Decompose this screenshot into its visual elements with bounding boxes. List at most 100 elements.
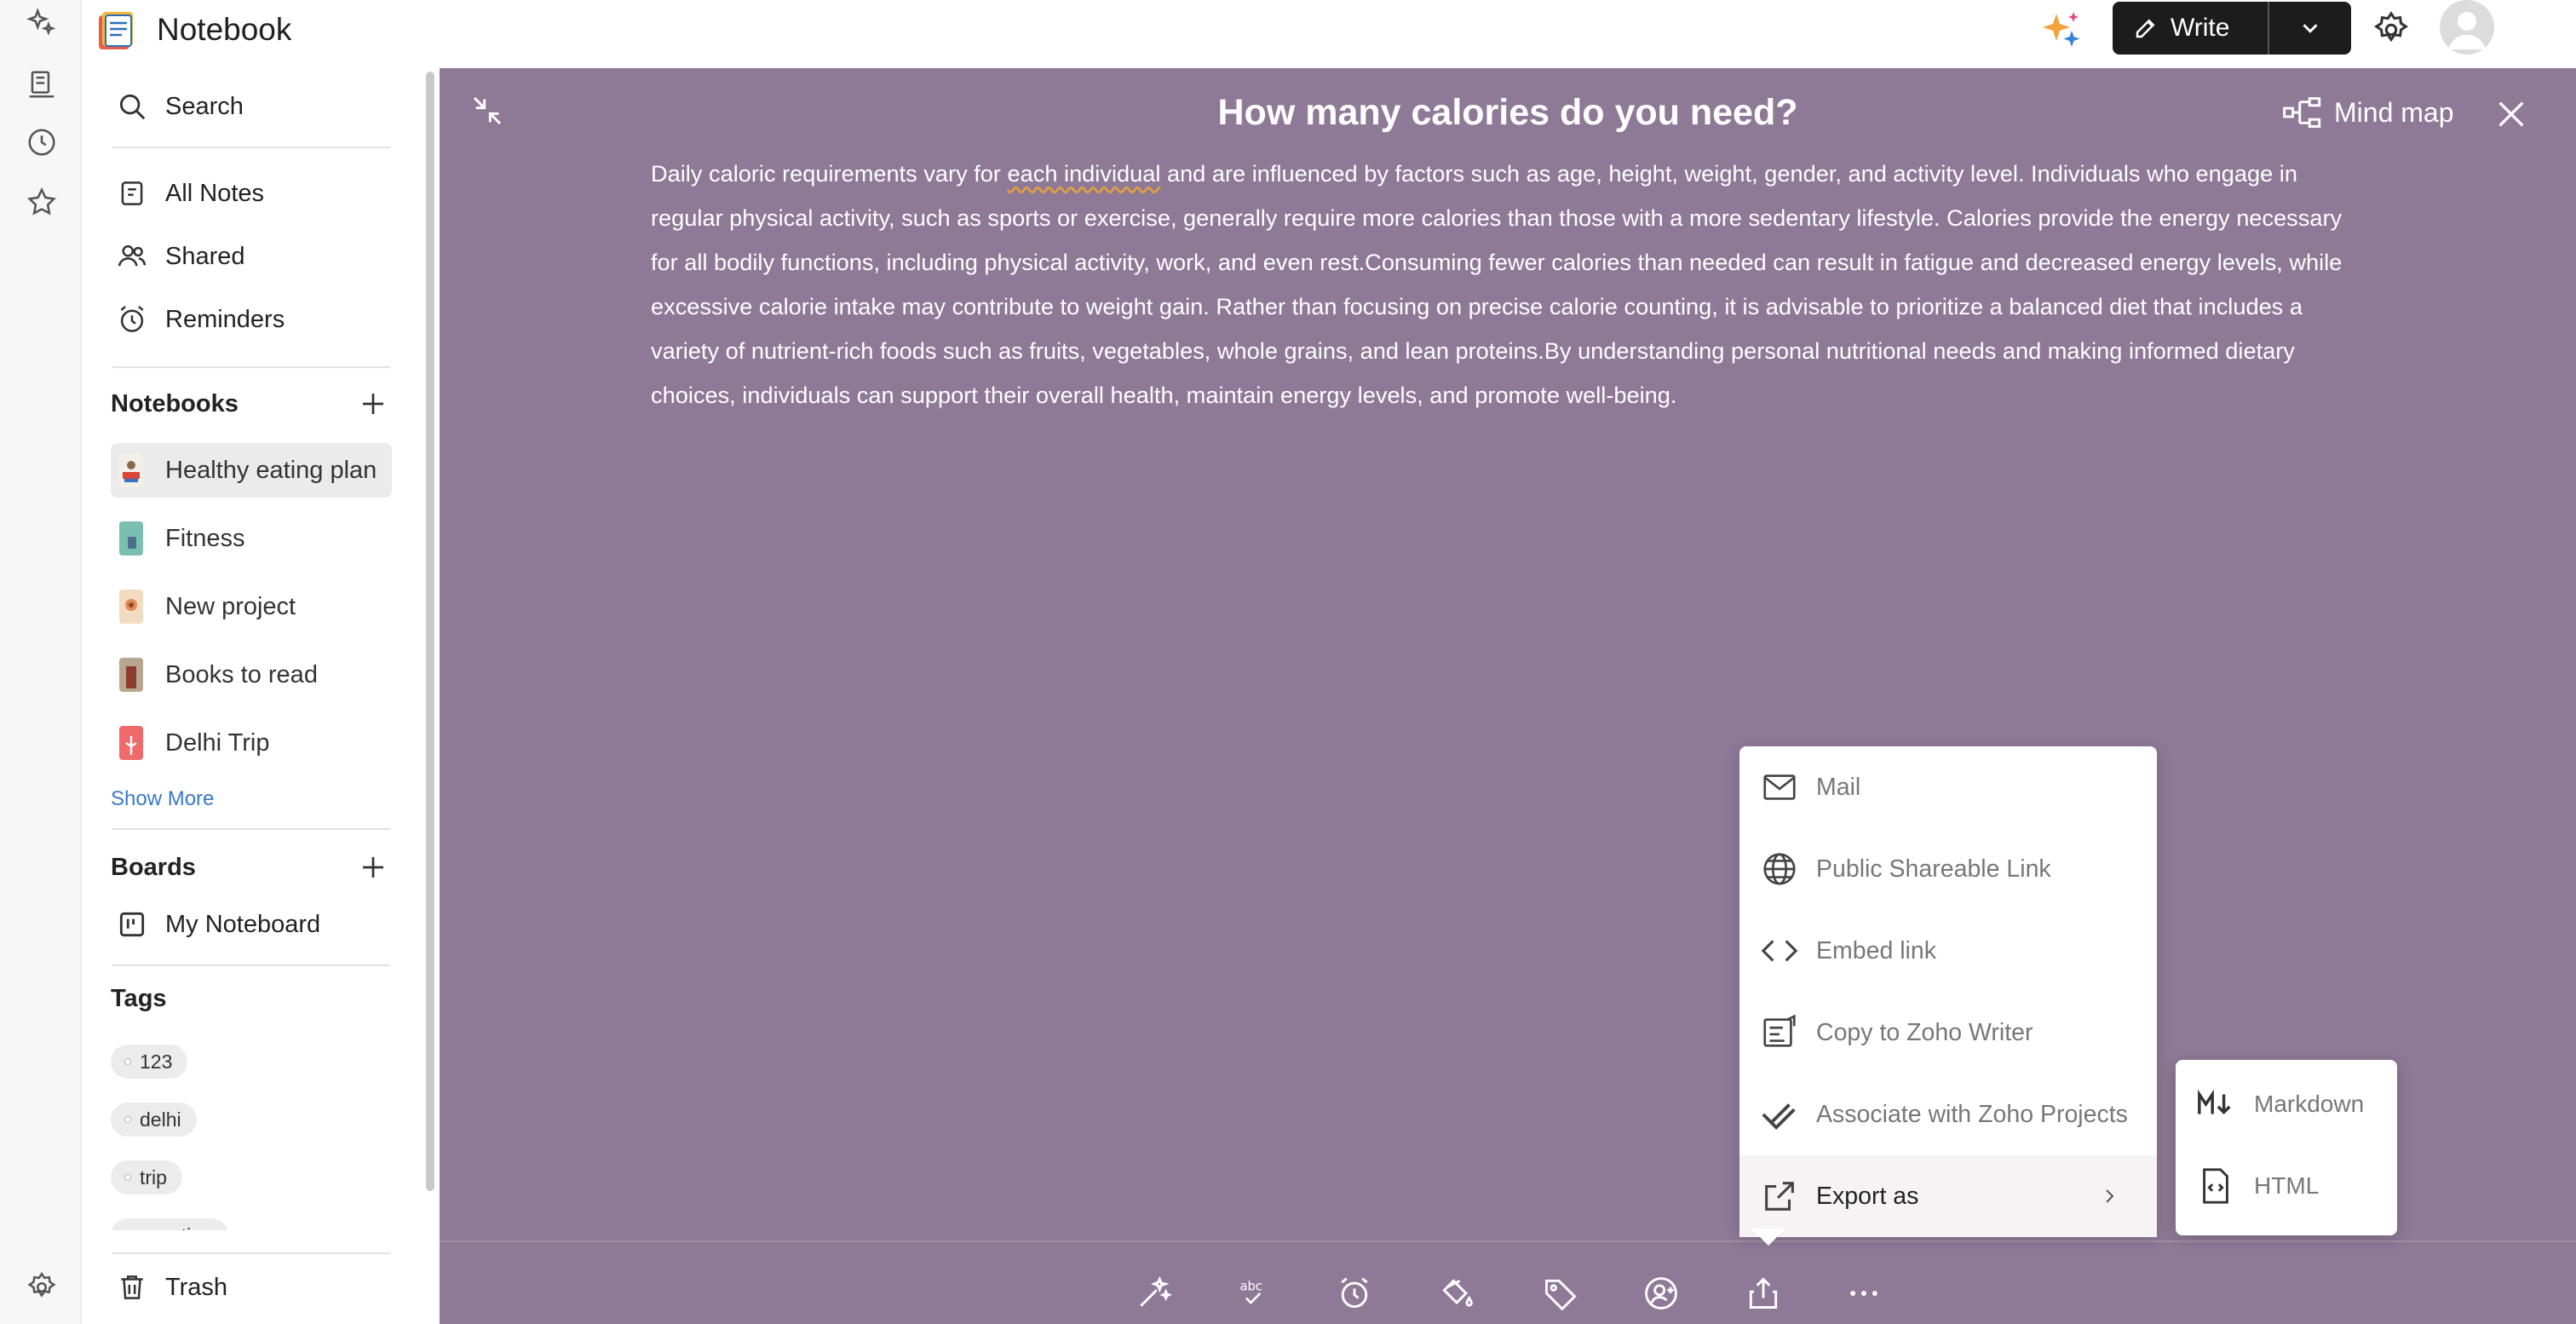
alarm-clock-icon	[120, 305, 144, 332]
write-button[interactable]: Write	[2113, 2, 2268, 55]
menu-item-label: Associate with Zoho Projects	[1816, 1100, 2128, 1128]
sidebar-item-label: Reminders	[165, 305, 285, 333]
note-body[interactable]: Daily caloric requirements vary for each…	[651, 152, 2363, 417]
globe-icon	[1763, 853, 1796, 885]
notebook-item-delhi-trip[interactable]: Delhi Trip	[111, 716, 392, 770]
trash-button[interactable]: Trash	[116, 1271, 227, 1304]
notebooks-icon[interactable]	[26, 68, 58, 101]
note-body-misspelled: each individual	[1007, 160, 1161, 187]
favorites-star-icon[interactable]	[26, 186, 58, 218]
external-export-icon	[1765, 1182, 1794, 1211]
note-title[interactable]: How many calories do you need?	[440, 92, 2576, 134]
app-title: Notebook	[157, 12, 292, 47]
tags-heading: Tags	[111, 985, 167, 1012]
mail-icon	[1763, 774, 1796, 800]
chevron-right-icon	[2106, 1189, 2114, 1203]
ai-sparkle-icon[interactable]	[1135, 1275, 1172, 1312]
double-check-icon	[1762, 1103, 1796, 1131]
sidebar-item-label: All Notes	[165, 179, 265, 207]
tag-chip[interactable]: 123	[111, 1045, 188, 1079]
settings-gear-icon[interactable]	[2372, 10, 2411, 49]
add-board-plus-icon[interactable]	[358, 852, 388, 883]
mind-map-label: Mind map	[2334, 96, 2454, 128]
menu-item-label: Copy to Zoho Writer	[1816, 1018, 2033, 1046]
spell-check-icon[interactable]: abc	[1235, 1275, 1273, 1312]
tag-chip[interactable]: trip	[111, 1160, 182, 1194]
mind-map-button[interactable]: Mind map	[2283, 95, 2454, 130]
tag-chip[interactable]: delhi	[111, 1102, 197, 1137]
menu-item-label: Export as	[1816, 1182, 1919, 1210]
menu-item-copy-to-zoho-writer[interactable]: Copy to Zoho Writer	[1739, 992, 2157, 1074]
more-options-icon[interactable]	[1845, 1275, 1883, 1312]
notebook-item-books-to-read[interactable]: Books to read	[111, 648, 392, 702]
sidebar-item-reminders[interactable]: Reminders	[116, 303, 285, 336]
notebook-item-healthy-eating-plan[interactable]: Healthy eating plan	[111, 443, 392, 498]
write-label: Write	[2171, 14, 2230, 42]
sidebar-item-all-notes[interactable]: All Notes	[116, 177, 264, 210]
menu-item-export-as[interactable]: Export as	[1739, 1155, 2157, 1237]
trash-label: Trash	[165, 1273, 228, 1301]
sidebar: Search All Notes Shared Reminders Notebo…	[82, 68, 440, 1324]
tag-icon[interactable]	[1542, 1275, 1579, 1312]
share-export-icon[interactable]	[1745, 1275, 1782, 1312]
sidebar-divider	[112, 1252, 390, 1254]
code-brackets-icon	[1761, 940, 1798, 962]
menu-item-label: Public Shareable Link	[1816, 855, 2051, 883]
notebook-cover-icon	[119, 453, 143, 487]
notebook-cover-icon	[119, 726, 143, 760]
sidebar-divider	[112, 147, 390, 148]
menu-item-associate-zoho-projects[interactable]: Associate with Zoho Projects	[1739, 1074, 2157, 1155]
left-rail	[0, 0, 82, 1324]
tag-label: 123	[140, 1050, 173, 1073]
notebooks-heading: Notebooks	[111, 390, 239, 417]
export-markdown[interactable]: Markdown	[2176, 1063, 2397, 1145]
tag-dot-icon	[124, 1174, 131, 1181]
paint-bucket-icon[interactable]	[1438, 1275, 1475, 1312]
search-icon	[119, 94, 146, 120]
tag-label: delhi	[140, 1108, 181, 1131]
notebook-label: Fitness	[165, 524, 245, 552]
board-item-my-noteboard[interactable]: My Noteboard	[116, 908, 320, 941]
tag-label: trip	[140, 1166, 167, 1189]
board-label: My Noteboard	[165, 910, 321, 938]
add-notebook-plus-icon[interactable]	[358, 389, 388, 419]
notebook-cover-icon	[119, 521, 143, 556]
menu-item-mail[interactable]: Mail	[1739, 746, 2157, 828]
board-icon	[119, 912, 145, 937]
notebook-item-new-project[interactable]: New project	[111, 579, 392, 634]
tag-chip[interactable]: vacation	[111, 1218, 228, 1230]
menu-item-label: Embed link	[1816, 936, 1936, 964]
ai-sparkle-icon[interactable]	[26, 7, 58, 39]
recent-clock-icon[interactable]	[26, 126, 58, 158]
sidebar-scrollbar[interactable]	[426, 72, 434, 1191]
tag-label: vacation	[140, 1224, 213, 1231]
show-more-link[interactable]: Show More	[111, 787, 214, 811]
menu-pointer	[1751, 1229, 1785, 1246]
sidebar-divider	[112, 828, 390, 830]
notebook-cover-icon	[119, 658, 143, 692]
write-button-group: Write	[2113, 2, 2351, 55]
notebook-label: Books to read	[165, 660, 318, 688]
menu-item-embed-link[interactable]: Embed link	[1739, 910, 2157, 992]
note-body-text: Daily caloric requirements vary for	[651, 160, 1008, 187]
sidebar-item-label: Shared	[165, 242, 245, 270]
export-label: HTML	[2254, 1172, 2320, 1199]
menu-item-public-shareable-link[interactable]: Public Shareable Link	[1739, 828, 2157, 910]
notebook-item-fitness[interactable]: Fitness	[111, 511, 392, 566]
user-avatar[interactable]	[2440, 0, 2494, 55]
close-icon[interactable]	[2494, 97, 2528, 131]
notebook-logo-icon	[95, 9, 138, 51]
zia-sparkle-icon[interactable]	[2038, 7, 2085, 55]
search-label: Search	[165, 92, 244, 120]
menu-item-label: Mail	[1816, 773, 1861, 801]
write-dropdown-button[interactable]	[2269, 15, 2351, 41]
settings-gear-icon[interactable]	[26, 1271, 58, 1304]
export-label: Markdown	[2254, 1091, 2365, 1117]
add-user-icon[interactable]	[1642, 1275, 1680, 1312]
reminder-alarm-icon[interactable]	[1336, 1275, 1373, 1312]
top-bar: Notebook Write	[82, 0, 2576, 68]
sidebar-item-shared[interactable]: Shared	[116, 240, 245, 273]
share-menu: Mail Public Shareable Link Embed link Co…	[1739, 746, 2157, 1237]
export-html[interactable]: HTML	[2176, 1145, 2397, 1227]
search-button[interactable]: Search	[116, 90, 244, 123]
